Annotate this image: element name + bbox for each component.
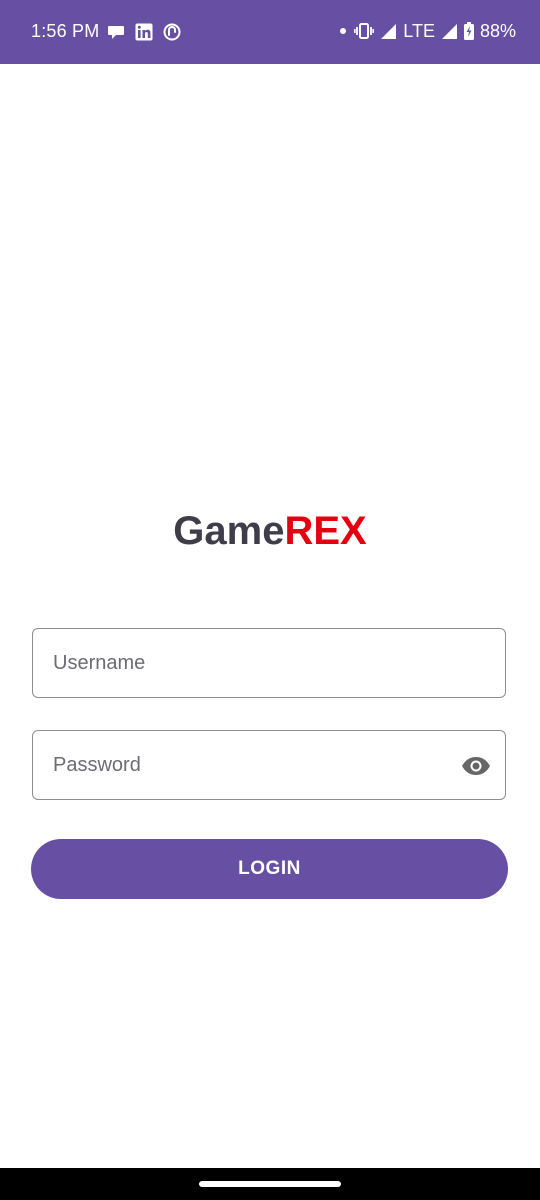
logo-game-text: Game bbox=[173, 509, 285, 553]
password-input[interactable] bbox=[53, 731, 433, 799]
notification-icons bbox=[107, 21, 181, 43]
home-indicator[interactable] bbox=[199, 1181, 341, 1187]
status-right: LTE 88% bbox=[338, 20, 516, 42]
status-time: 1:56 PM bbox=[31, 21, 100, 41]
network-type: LTE bbox=[403, 20, 435, 41]
password-field[interactable] bbox=[32, 730, 506, 800]
navigation-bar bbox=[0, 1168, 540, 1200]
vibrate-icon bbox=[354, 22, 375, 40]
battery-charging-icon bbox=[463, 22, 474, 40]
chat-bubble-icon bbox=[107, 23, 125, 41]
username-field[interactable] bbox=[32, 628, 506, 698]
cell-signal-icon bbox=[441, 23, 458, 40]
app-notification-icon bbox=[163, 23, 181, 41]
linkedin-icon bbox=[135, 23, 153, 41]
username-input[interactable] bbox=[53, 629, 433, 697]
battery-percentage: 88% bbox=[479, 20, 516, 41]
logo-rex-text: REX bbox=[284, 509, 367, 553]
dot-icon bbox=[338, 26, 348, 36]
eye-icon[interactable] bbox=[461, 752, 491, 780]
app-logo: GameREX bbox=[0, 506, 540, 556]
login-button[interactable]: LOGIN bbox=[31, 839, 508, 899]
wifi-signal-icon bbox=[380, 23, 397, 40]
status-bar: 1:56 PM LTE 88% bbox=[0, 0, 540, 64]
